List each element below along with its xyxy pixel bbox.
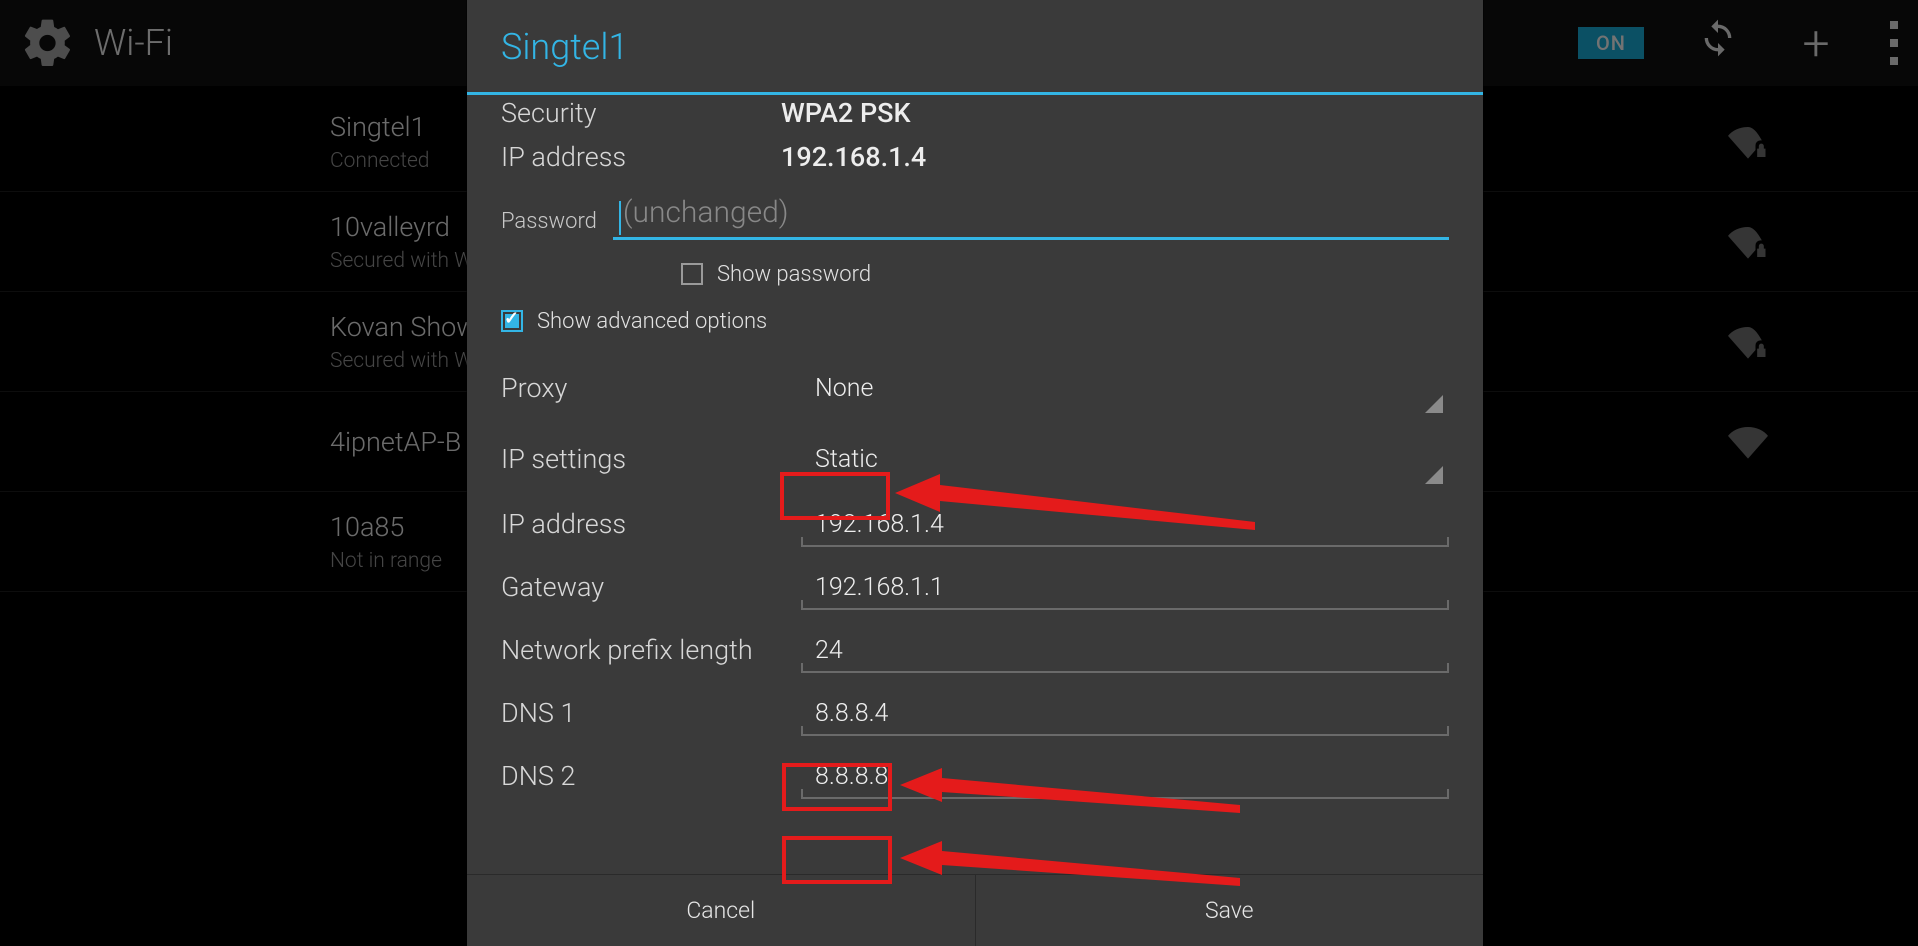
show-password-checkbox[interactable] (681, 263, 703, 285)
ip-address-label: IP address (501, 141, 781, 173)
gateway-label: Gateway (501, 571, 801, 603)
ip-settings-spinner[interactable]: Static (801, 435, 1449, 484)
proxy-label: Proxy (501, 372, 801, 404)
show-password-label: Show password (717, 262, 871, 287)
proxy-value: None (815, 374, 873, 403)
save-button[interactable]: Save (975, 875, 1484, 946)
ip-address-field-label: IP address (501, 508, 801, 540)
prefix-length-input[interactable]: 24 (801, 628, 1449, 673)
dns2-label: DNS 2 (501, 760, 801, 792)
dns1-label: DNS 1 (501, 697, 801, 729)
cancel-button[interactable]: Cancel (467, 875, 975, 946)
wifi-edit-dialog: Singtel1 Security WPA2 PSK IP address 19… (467, 0, 1483, 946)
security-label: Security (501, 97, 781, 129)
ip-address-value: 192.168.1.4 (781, 141, 926, 173)
show-advanced-checkbox[interactable] (501, 310, 523, 332)
password-label: Password (501, 209, 597, 240)
chevron-down-icon (1425, 466, 1443, 484)
dns1-input[interactable]: 8.8.8.4 (801, 691, 1449, 736)
password-input[interactable]: (unchanged) (613, 191, 1449, 240)
dialog-title: Singtel1 (467, 0, 1483, 95)
prefix-length-label: Network prefix length (501, 634, 801, 666)
gateway-input[interactable]: 192.168.1.1 (801, 565, 1449, 610)
ip-address-input[interactable]: 192.168.1.4 (801, 502, 1449, 547)
dns2-input[interactable]: 8.8.8.8 (801, 754, 1449, 799)
show-advanced-label: Show advanced options (537, 309, 767, 334)
ip-settings-label: IP settings (501, 443, 801, 475)
ip-settings-value: Static (815, 445, 878, 474)
chevron-down-icon (1425, 395, 1443, 413)
proxy-spinner[interactable]: None (801, 364, 1449, 413)
password-placeholder: (unchanged) (623, 195, 789, 230)
security-value: WPA2 PSK (781, 97, 911, 129)
